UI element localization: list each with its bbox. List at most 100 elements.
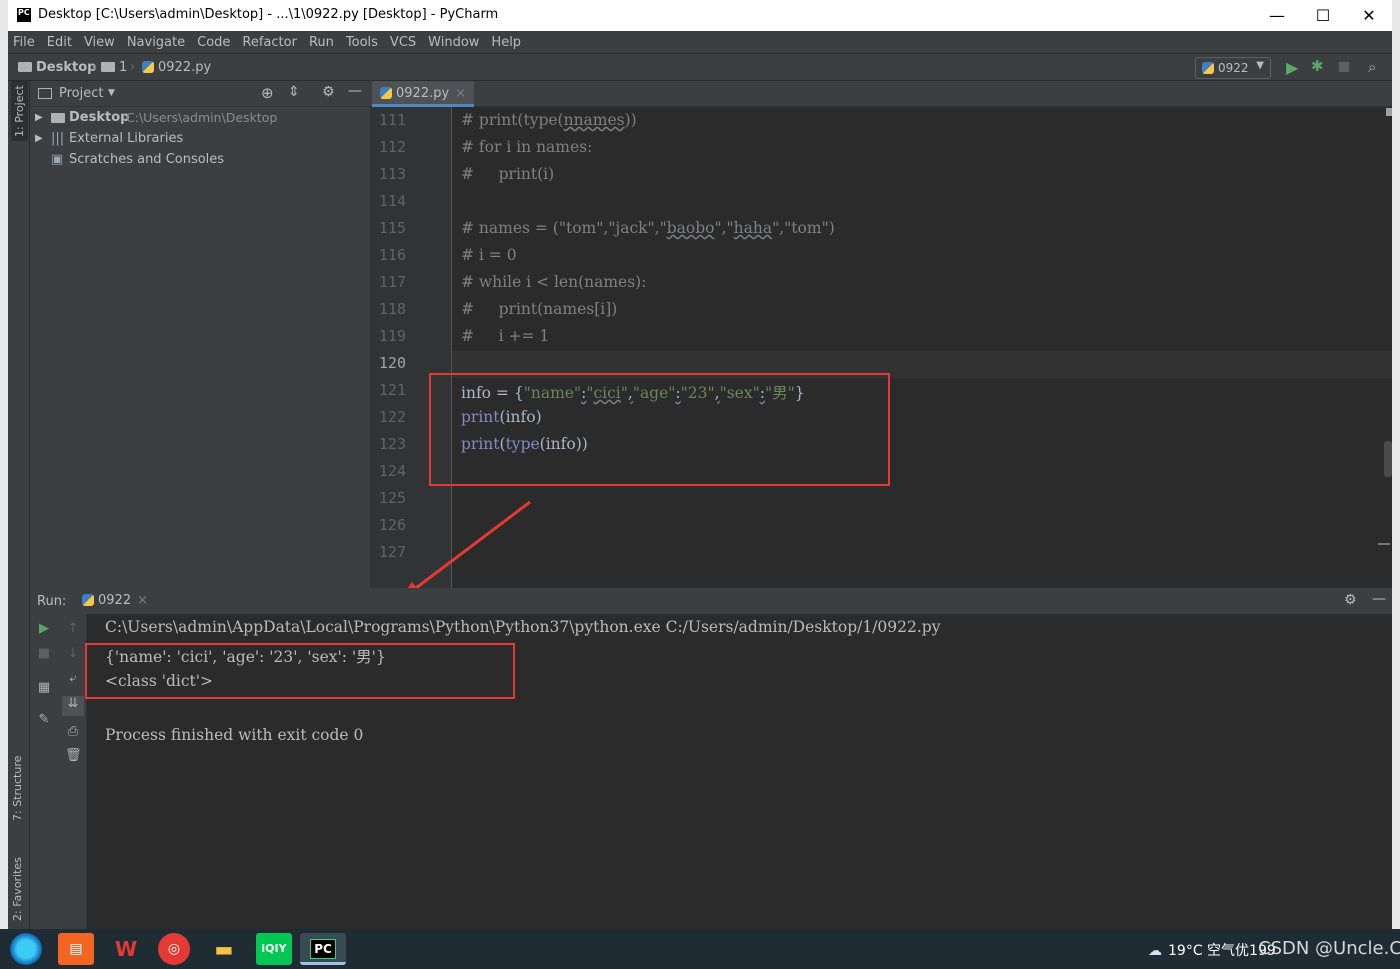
output-line: Process finished with exit code 0	[105, 726, 364, 744]
minimize-button[interactable]: —	[1254, 0, 1300, 31]
run-tab-0922[interactable]: 0922 ×	[82, 593, 148, 608]
gear-icon[interactable]: ⚙	[1344, 592, 1357, 608]
wps-office-icon[interactable]: W	[108, 933, 144, 965]
code-line: print(info)	[461, 408, 542, 426]
breadcrumb-root[interactable]: Desktop	[18, 60, 96, 75]
menu-window[interactable]: Window	[428, 35, 479, 50]
folder-icon	[101, 62, 115, 72]
rerun-icon[interactable]: ▶	[36, 621, 52, 637]
close-tab-icon[interactable]: ×	[137, 593, 148, 608]
down-arrow-icon[interactable]: ↓	[65, 646, 81, 662]
gear-icon[interactable]: ⚙	[322, 84, 335, 100]
python-file-icon	[82, 594, 94, 606]
stop-icon[interactable]: ■	[36, 646, 52, 662]
hide-icon[interactable]: —	[1372, 591, 1386, 607]
project-panel: Project ▼ ⊕ ⇕ ⚙ — ▶ Desktop C:\Users\adm…	[30, 81, 370, 588]
line-number: 111	[378, 111, 406, 129]
menu-help[interactable]: Help	[491, 35, 521, 50]
netease-music-icon[interactable]: ◎	[158, 933, 190, 965]
search-icon[interactable]: ⌕	[1368, 58, 1376, 76]
project-panel-header: Project ▼ ⊕ ⇕ ⚙ —	[30, 81, 370, 107]
trash-icon[interactable]: 🗑	[65, 748, 82, 764]
breadcrumb-file[interactable]: 0922.py	[142, 60, 211, 75]
line-number: 118	[378, 300, 406, 318]
pin-icon[interactable]: ✎	[36, 712, 52, 728]
code-line: # i += 1	[461, 327, 550, 345]
folder-icon	[18, 62, 32, 72]
tab-0922-py[interactable]: 0922.py ×	[372, 81, 475, 107]
iqiyi-icon[interactable]: iQIY	[256, 933, 292, 965]
chevron-right-icon[interactable]: ▶	[35, 107, 43, 128]
hide-icon[interactable]: —	[348, 83, 362, 99]
close-tab-icon[interactable]: ×	[455, 86, 466, 101]
code-line: # names = ("tom","jack","baobo","haha","…	[461, 219, 835, 237]
line-number: 116	[378, 246, 406, 264]
editor-tab-bar: 0922.py ×	[370, 81, 1392, 107]
run-toolbar: ▶ ↑ ■ ↓ ⤶ ▦ ⇊ ✎ ⎙ 🗑	[30, 614, 87, 929]
editor-scrollbar[interactable]	[1384, 441, 1392, 477]
collapse-all-icon[interactable]: ⇕	[288, 84, 300, 100]
scroll-to-end-icon[interactable]: ⇊	[62, 696, 84, 716]
folder-icon	[51, 113, 65, 123]
stop-icon[interactable]	[1339, 62, 1349, 72]
line-number: 114	[378, 192, 406, 210]
menu-file[interactable]: File	[13, 35, 35, 50]
weather-widget[interactable]: ☁ 19°C 空气优199	[1148, 940, 1276, 960]
menu-vcs[interactable]: VCS	[390, 35, 416, 50]
layout-icon[interactable]: ▦	[36, 680, 52, 696]
line-number: 117	[378, 273, 406, 291]
line-number: 122	[378, 408, 406, 426]
run-label: Run:	[37, 594, 67, 609]
menu-edit[interactable]: Edit	[47, 35, 72, 50]
chevron-down-icon[interactable]: ▼	[108, 88, 115, 98]
tab-structure-tool[interactable]: 7: Structure	[11, 756, 24, 821]
python-file-icon	[380, 87, 392, 99]
up-arrow-icon[interactable]: ↑	[65, 621, 81, 637]
pycharm-taskbar-icon[interactable]: PC	[300, 933, 346, 965]
run-configuration-dropdown[interactable]: 0922 ▼	[1195, 57, 1271, 79]
debug-icon[interactable]: ✱	[1311, 57, 1324, 75]
scrollbar-marker	[1378, 543, 1390, 545]
project-view-icon	[38, 88, 52, 99]
pycharm-logo-icon: PC	[16, 7, 32, 23]
code-line: # for i in names:	[461, 138, 593, 156]
breadcrumb-folder[interactable]: 1	[101, 60, 127, 75]
annotation-box-output	[85, 643, 515, 699]
project-view-selector[interactable]: Project	[59, 86, 103, 101]
code-line: # while i < len(names):	[461, 273, 647, 291]
soft-wrap-icon[interactable]: ⤶	[65, 671, 81, 687]
menu-view[interactable]: View	[84, 35, 115, 50]
menu-run[interactable]: Run	[309, 35, 334, 50]
edge-browser-icon[interactable]	[10, 933, 42, 965]
window-title: Desktop [C:\Users\admin\Desktop] - ...\1…	[38, 7, 499, 22]
code-line: # print(type(nnames))	[461, 111, 637, 129]
file-explorer-icon[interactable]: ▬	[206, 933, 242, 965]
line-number: 113	[378, 165, 406, 183]
line-number: 120	[378, 354, 406, 372]
maximize-button[interactable]: ☐	[1300, 0, 1346, 31]
notes-app-icon[interactable]: ▤	[58, 933, 94, 965]
title-bar[interactable]: PC Desktop [C:\Users\admin\Desktop] - ..…	[8, 0, 1392, 31]
run-icon[interactable]: ▶	[1286, 58, 1298, 77]
print-icon[interactable]: ⎙	[65, 724, 81, 740]
code-line: # i = 0	[461, 246, 517, 264]
run-tool-window: Run: 0922 × ⚙ — ▶ ↑ ■ ↓ ⤶ ▦ ⇊ ✎ ⎙ 🗑 C:\Us…	[30, 588, 1392, 929]
chevron-down-icon: ▼	[1256, 60, 1264, 71]
chevron-right-icon[interactable]: ▶	[35, 128, 43, 149]
menu-code[interactable]: Code	[197, 35, 230, 50]
close-button[interactable]: ✕	[1346, 0, 1392, 31]
line-number: 119	[378, 327, 406, 345]
tab-favorites-tool[interactable]: 2: Favorites	[11, 857, 24, 921]
code-line: print(type(info))	[461, 435, 588, 453]
locate-icon[interactable]: ⊕	[261, 84, 274, 102]
menu-refactor[interactable]: Refactor	[242, 35, 297, 50]
code-line: info = {"name":"cici","age":"23","sex":"…	[461, 384, 805, 402]
pycharm-window: PC Desktop [C:\Users\admin\Desktop] - ..…	[8, 0, 1392, 929]
breadcrumb-separator-icon: ›	[130, 60, 136, 75]
watermark: CSDN @Uncle.Ci	[1258, 938, 1400, 959]
desktop-background-left	[0, 0, 8, 929]
tab-project-tool[interactable]: 1: Project	[11, 81, 28, 141]
menu-tools[interactable]: Tools	[346, 35, 378, 50]
menu-navigate[interactable]: Navigate	[127, 35, 185, 50]
run-panel-header: Run: 0922 × ⚙ —	[30, 588, 1392, 614]
